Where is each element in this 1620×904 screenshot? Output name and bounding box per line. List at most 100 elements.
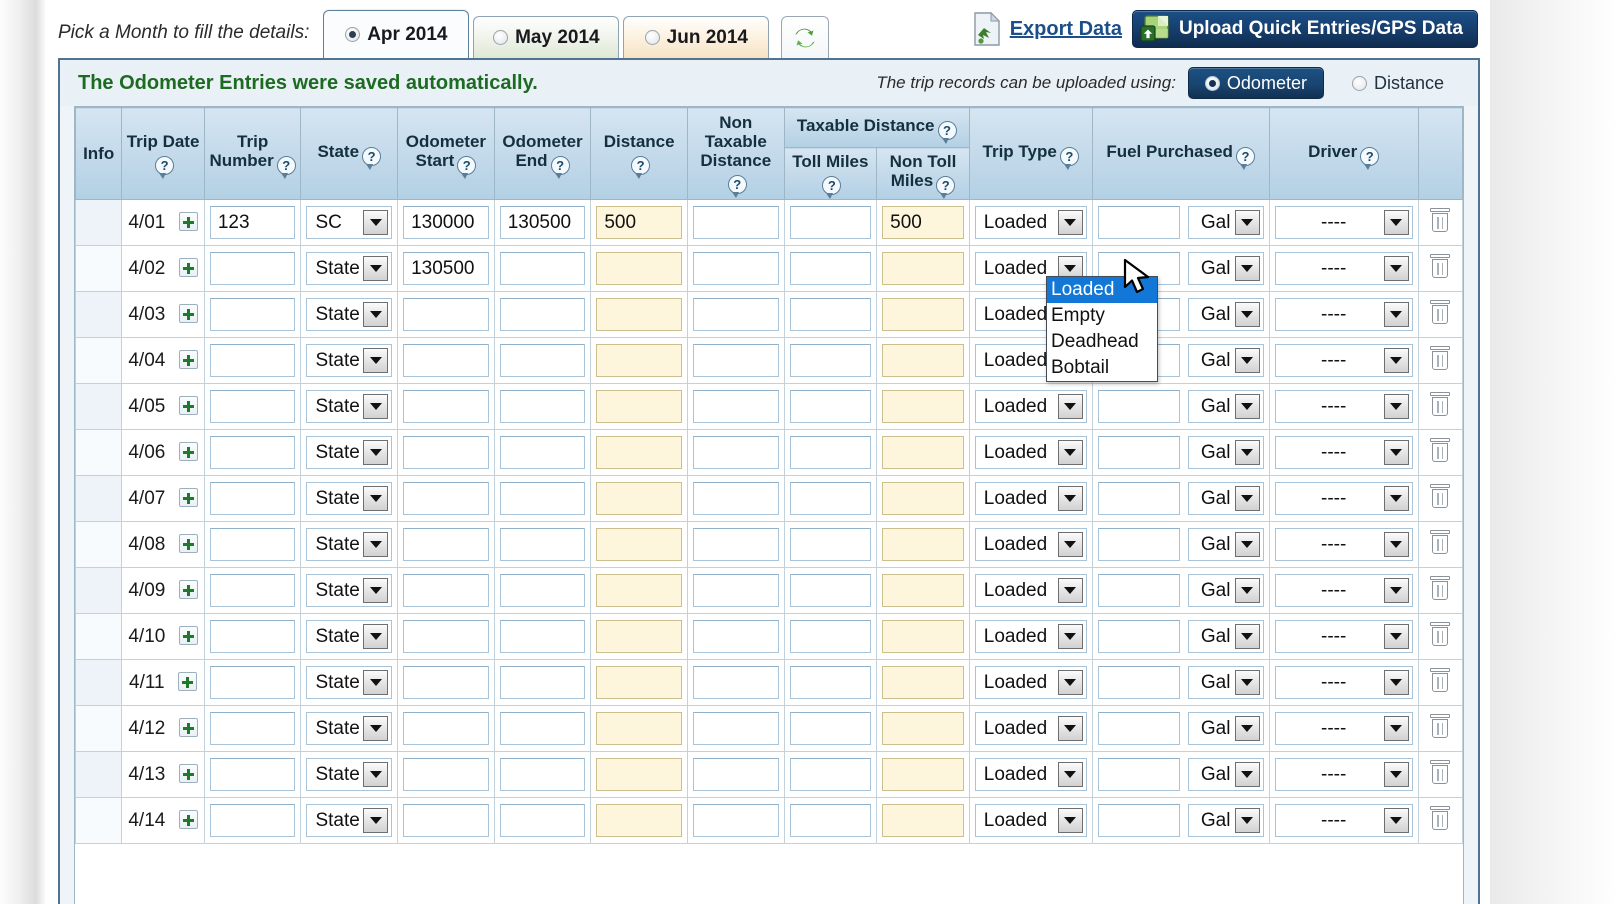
odometer-end-input[interactable] [500,206,586,239]
odometer-end-input[interactable] [500,436,586,469]
chevron-down-icon[interactable] [363,394,388,419]
odometer-start-input[interactable] [403,252,489,285]
toll-miles-input[interactable] [790,758,872,791]
trash-icon[interactable] [1429,668,1451,693]
driver-select[interactable]: ---- [1275,804,1413,837]
add-plus-icon[interactable] [179,304,198,323]
trash-icon[interactable] [1429,622,1451,647]
non-toll-miles-input[interactable] [882,344,964,377]
state-select[interactable]: State [306,298,392,331]
driver-select[interactable]: ---- [1275,252,1413,285]
upload-method-distance[interactable]: Distance [1336,67,1460,99]
odometer-end-input[interactable] [500,620,586,653]
fuel-quantity-input[interactable] [1098,482,1180,515]
non-taxable-distance-input[interactable] [693,804,779,837]
chevron-down-icon[interactable] [363,210,388,235]
odometer-end-input[interactable] [500,298,586,331]
toll-miles-input[interactable] [790,298,872,331]
upload-method-odometer[interactable]: Odometer [1188,67,1324,99]
odometer-start-input[interactable] [403,436,489,469]
trip-number-input[interactable] [210,344,296,377]
driver-select[interactable]: ---- [1275,298,1413,331]
chevron-down-icon[interactable] [363,670,388,695]
odometer-start-input[interactable] [403,666,489,699]
chevron-down-icon[interactable] [1058,394,1083,419]
state-select[interactable]: State [306,436,392,469]
chevron-down-icon[interactable] [363,716,388,741]
odometer-end-input[interactable] [500,712,586,745]
non-taxable-distance-input[interactable] [693,712,779,745]
trip-type-select[interactable]: Loaded [975,712,1087,745]
chevron-down-icon[interactable] [1384,808,1409,833]
trash-icon[interactable] [1429,208,1451,233]
fuel-unit-select[interactable]: Gal [1188,252,1264,285]
driver-select[interactable]: ---- [1275,574,1413,607]
chevron-down-icon[interactable] [1235,578,1260,603]
fuel-quantity-input[interactable] [1098,666,1180,699]
state-select[interactable]: State [306,528,392,561]
non-toll-miles-input[interactable] [882,206,964,239]
chevron-down-icon[interactable] [1058,624,1083,649]
radio-jun-2014-icon[interactable] [645,30,660,45]
radio-odometer-icon[interactable] [1205,76,1220,91]
fuel-unit-select[interactable]: Gal [1188,436,1264,469]
driver-select[interactable]: ---- [1275,758,1413,791]
chevron-down-icon[interactable] [1384,670,1409,695]
distance-input[interactable] [596,298,682,331]
distance-input[interactable] [596,574,682,607]
driver-select[interactable]: ---- [1275,620,1413,653]
toll-miles-input[interactable] [790,482,872,515]
fuel-quantity-input[interactable] [1098,758,1180,791]
trip-number-input[interactable] [210,436,296,469]
add-plus-icon[interactable] [179,212,198,231]
driver-select[interactable]: ---- [1275,482,1413,515]
fuel-quantity-input[interactable] [1098,712,1180,745]
state-select[interactable]: State [306,758,392,791]
chevron-down-icon[interactable] [363,624,388,649]
non-toll-miles-input[interactable] [882,436,964,469]
help-question-icon[interactable]: ? [1360,147,1379,166]
chevron-down-icon[interactable] [1384,486,1409,511]
trash-icon[interactable] [1429,300,1451,325]
odometer-end-input[interactable] [500,666,586,699]
non-taxable-distance-input[interactable] [693,666,779,699]
fuel-quantity-input[interactable] [1098,206,1180,239]
distance-input[interactable] [596,758,682,791]
add-plus-icon[interactable] [179,626,198,645]
trip-type-select[interactable]: Loaded [975,528,1087,561]
chevron-down-icon[interactable] [1235,486,1260,511]
trip-number-input[interactable] [210,390,296,423]
help-question-icon[interactable]: ? [938,121,957,140]
chevron-down-icon[interactable] [1058,670,1083,695]
distance-input[interactable] [596,528,682,561]
non-taxable-distance-input[interactable] [693,344,779,377]
chevron-down-icon[interactable] [1235,210,1260,235]
trash-icon[interactable] [1429,760,1451,785]
state-select[interactable]: State [306,252,392,285]
distance-input[interactable] [596,436,682,469]
trip-number-input[interactable] [210,482,296,515]
toll-miles-input[interactable] [790,712,872,745]
odometer-end-input[interactable] [500,758,586,791]
chevron-down-icon[interactable] [1384,716,1409,741]
chevron-down-icon[interactable] [1384,302,1409,327]
odometer-end-input[interactable] [500,252,586,285]
non-toll-miles-input[interactable] [882,528,964,561]
trip-type-select[interactable]: Loaded [975,574,1087,607]
state-select[interactable]: State [306,666,392,699]
odometer-start-input[interactable] [403,298,489,331]
trip-number-input[interactable] [210,712,296,745]
non-taxable-distance-input[interactable] [693,620,779,653]
trip-type-select[interactable]: Loaded [975,804,1087,837]
help-question-icon[interactable]: ? [1236,147,1255,166]
odometer-start-input[interactable] [403,390,489,423]
non-taxable-distance-input[interactable] [693,528,779,561]
chevron-down-icon[interactable] [363,486,388,511]
chevron-down-icon[interactable] [363,578,388,603]
add-plus-icon[interactable] [179,488,198,507]
trip-number-input[interactable] [210,620,296,653]
driver-select[interactable]: ---- [1275,390,1413,423]
fuel-unit-select[interactable]: Gal [1188,758,1264,791]
state-select[interactable]: SC [306,206,392,239]
non-toll-miles-input[interactable] [882,482,964,515]
